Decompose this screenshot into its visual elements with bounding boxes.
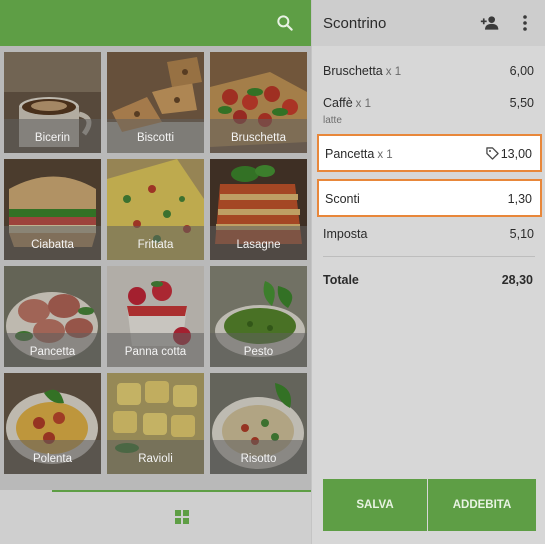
active-tab-indicator	[52, 490, 311, 492]
product-tile-ravioli[interactable]: Ravioli	[107, 373, 204, 474]
total-label: Totale	[323, 273, 359, 287]
product-label: Ravioli	[138, 453, 173, 465]
save-button[interactable]: SALVA	[323, 479, 427, 531]
charge-button[interactable]: ADDEBITA	[428, 479, 536, 531]
bottom-nav	[0, 490, 311, 544]
discount-label: Sconti	[325, 192, 360, 206]
receipt-item-bruschetta[interactable]: Bruschetta x 1 6,00	[312, 62, 545, 82]
product-tile-panna-cotta[interactable]: Panna cotta	[107, 266, 204, 367]
tax-label: Imposta	[323, 227, 368, 241]
grid-icon[interactable]	[175, 510, 189, 524]
total-value: 28,30	[501, 273, 533, 287]
product-grid: Bicerin Biscotti Bruschetta Ciabatta Fri…	[4, 52, 307, 475]
product-toolbar	[0, 0, 311, 46]
item-price: 13,00	[500, 147, 532, 161]
item-name-wrap: Caffè x 1	[323, 96, 371, 110]
item-price: 5,50	[509, 96, 534, 110]
tax-row: Imposta 5,10	[312, 225, 545, 245]
receipt-item-pancetta[interactable]: Pancetta x 1 13,00	[317, 134, 542, 172]
search-icon[interactable]	[275, 13, 295, 33]
discount-row[interactable]: Sconti 1,30	[317, 179, 542, 217]
item-name-wrap: Bruschetta x 1	[323, 64, 401, 78]
receipt-header: Scontrino	[312, 0, 545, 46]
discount-value: 1,30	[507, 192, 532, 206]
item-qty: x 1	[355, 98, 371, 110]
product-label: Bicerin	[34, 132, 71, 144]
product-tile-biscotti[interactable]: Biscotti	[107, 52, 204, 153]
item-note: latte	[323, 115, 342, 126]
product-label: Polenta	[32, 453, 72, 465]
product-label: Pancetta	[29, 346, 76, 358]
tag-icon	[486, 147, 499, 160]
receipt-panel: Scontrino Bruschetta x 1 6,00 Caffè x 1 5,…	[311, 0, 545, 544]
item-name-wrap: Pancetta x 1	[325, 147, 393, 161]
product-tile-risotto[interactable]: Risotto	[210, 373, 307, 474]
product-label: Risotto	[240, 453, 277, 465]
product-tile-bruschetta[interactable]: Bruschetta	[210, 52, 307, 153]
product-tile-frittata[interactable]: Frittata	[107, 159, 204, 260]
product-label: Lasagne	[236, 239, 281, 251]
product-tile-bicerin[interactable]: Bicerin	[4, 52, 101, 153]
item-name: Caffè	[323, 96, 353, 110]
receipt-title: Scontrino	[323, 15, 387, 32]
item-qty: x 1	[385, 66, 402, 78]
product-label: Pesto	[243, 346, 274, 358]
receipt-item-caffe[interactable]: Caffè x 1 5,50 latte	[312, 94, 545, 130]
tax-value: 5,10	[509, 227, 534, 241]
divider	[323, 256, 535, 257]
more-vert-icon[interactable]	[518, 14, 532, 32]
product-tile-pancetta[interactable]: Pancetta	[4, 266, 101, 367]
item-price: 6,00	[509, 64, 534, 78]
product-tile-lasagne[interactable]: Lasagne	[210, 159, 307, 260]
product-tile-pesto[interactable]: Pesto	[210, 266, 307, 367]
product-tile-ciabatta[interactable]: Ciabatta	[4, 159, 101, 260]
product-label: Bruschetta	[231, 132, 286, 144]
product-panel: Bicerin Biscotti Bruschetta Ciabatta Fri…	[0, 0, 311, 544]
product-tile-polenta[interactable]: Polenta	[4, 373, 101, 474]
product-label: Frittata	[137, 239, 174, 251]
item-qty: x 1	[377, 149, 393, 161]
item-name: Bruschetta	[323, 64, 383, 78]
product-label: Biscotti	[136, 132, 175, 144]
item-name: Pancetta	[325, 147, 375, 161]
add-person-icon[interactable]	[480, 13, 500, 33]
product-label: Panna cotta	[124, 346, 187, 358]
product-label: Ciabatta	[31, 239, 74, 251]
